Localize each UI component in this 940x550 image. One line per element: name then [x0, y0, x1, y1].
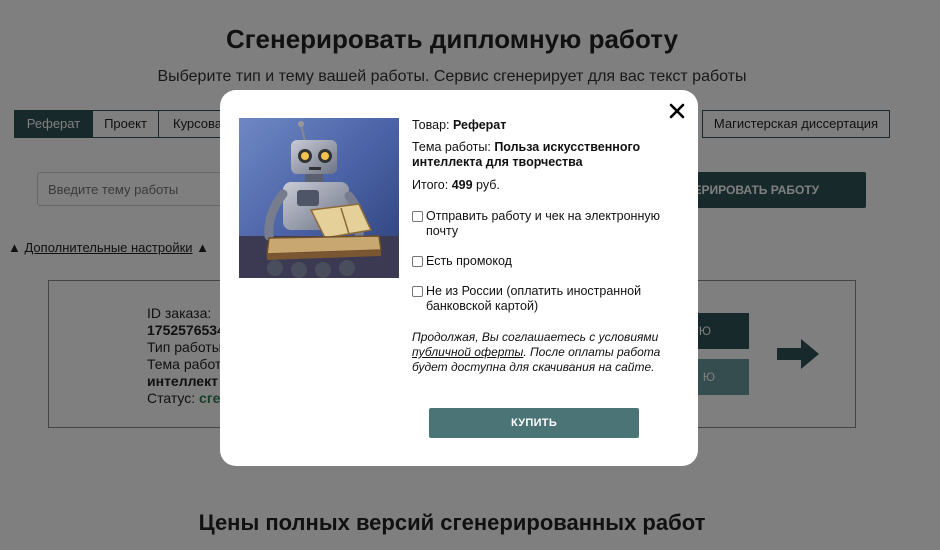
promo-checkbox[interactable] — [412, 256, 423, 267]
total-row: Итого: 499 руб. — [412, 178, 500, 192]
email-checkbox-label[interactable]: Отправить работу и чек на электронную по… — [426, 209, 660, 238]
total-value: 499 — [451, 178, 473, 192]
email-checkbox[interactable] — [412, 211, 423, 222]
product-row: Товар: Реферат — [412, 118, 506, 132]
foreign-card-checkbox-label[interactable]: Не из России (оплатить иностранной банко… — [426, 284, 641, 313]
total-currency: руб. — [472, 178, 500, 192]
foreign-card-checkbox[interactable] — [412, 286, 423, 297]
promo-option[interactable]: Есть промокод — [412, 254, 662, 269]
agreement-text: Продолжая, Вы соглашаетесь с условиями п… — [412, 330, 662, 375]
product-label: Товар: — [412, 118, 453, 132]
foreign-card-option[interactable]: Не из России (оплатить иностранной банко… — [412, 284, 662, 314]
email-option[interactable]: Отправить работу и чек на электронную по… — [412, 209, 662, 239]
robot-reading-book-image — [239, 118, 399, 278]
buy-button[interactable]: КУПИТЬ — [429, 408, 639, 438]
topic-row: Тема работы: Польза искусственного интел… — [412, 140, 662, 170]
purchase-modal: Товар: Реферат Тема работы: Польза искус… — [220, 90, 698, 466]
public-offer-link[interactable]: публичной оферты — [412, 345, 523, 359]
product-value: Реферат — [452, 118, 507, 132]
close-icon[interactable] — [668, 102, 686, 120]
promo-checkbox-label[interactable]: Есть промокод — [426, 254, 512, 268]
total-label: Итого: — [412, 178, 452, 192]
topic-label: Тема работы: — [412, 140, 495, 154]
agreement-pre: Продолжая, Вы соглашаетесь с условиями — [412, 330, 659, 344]
